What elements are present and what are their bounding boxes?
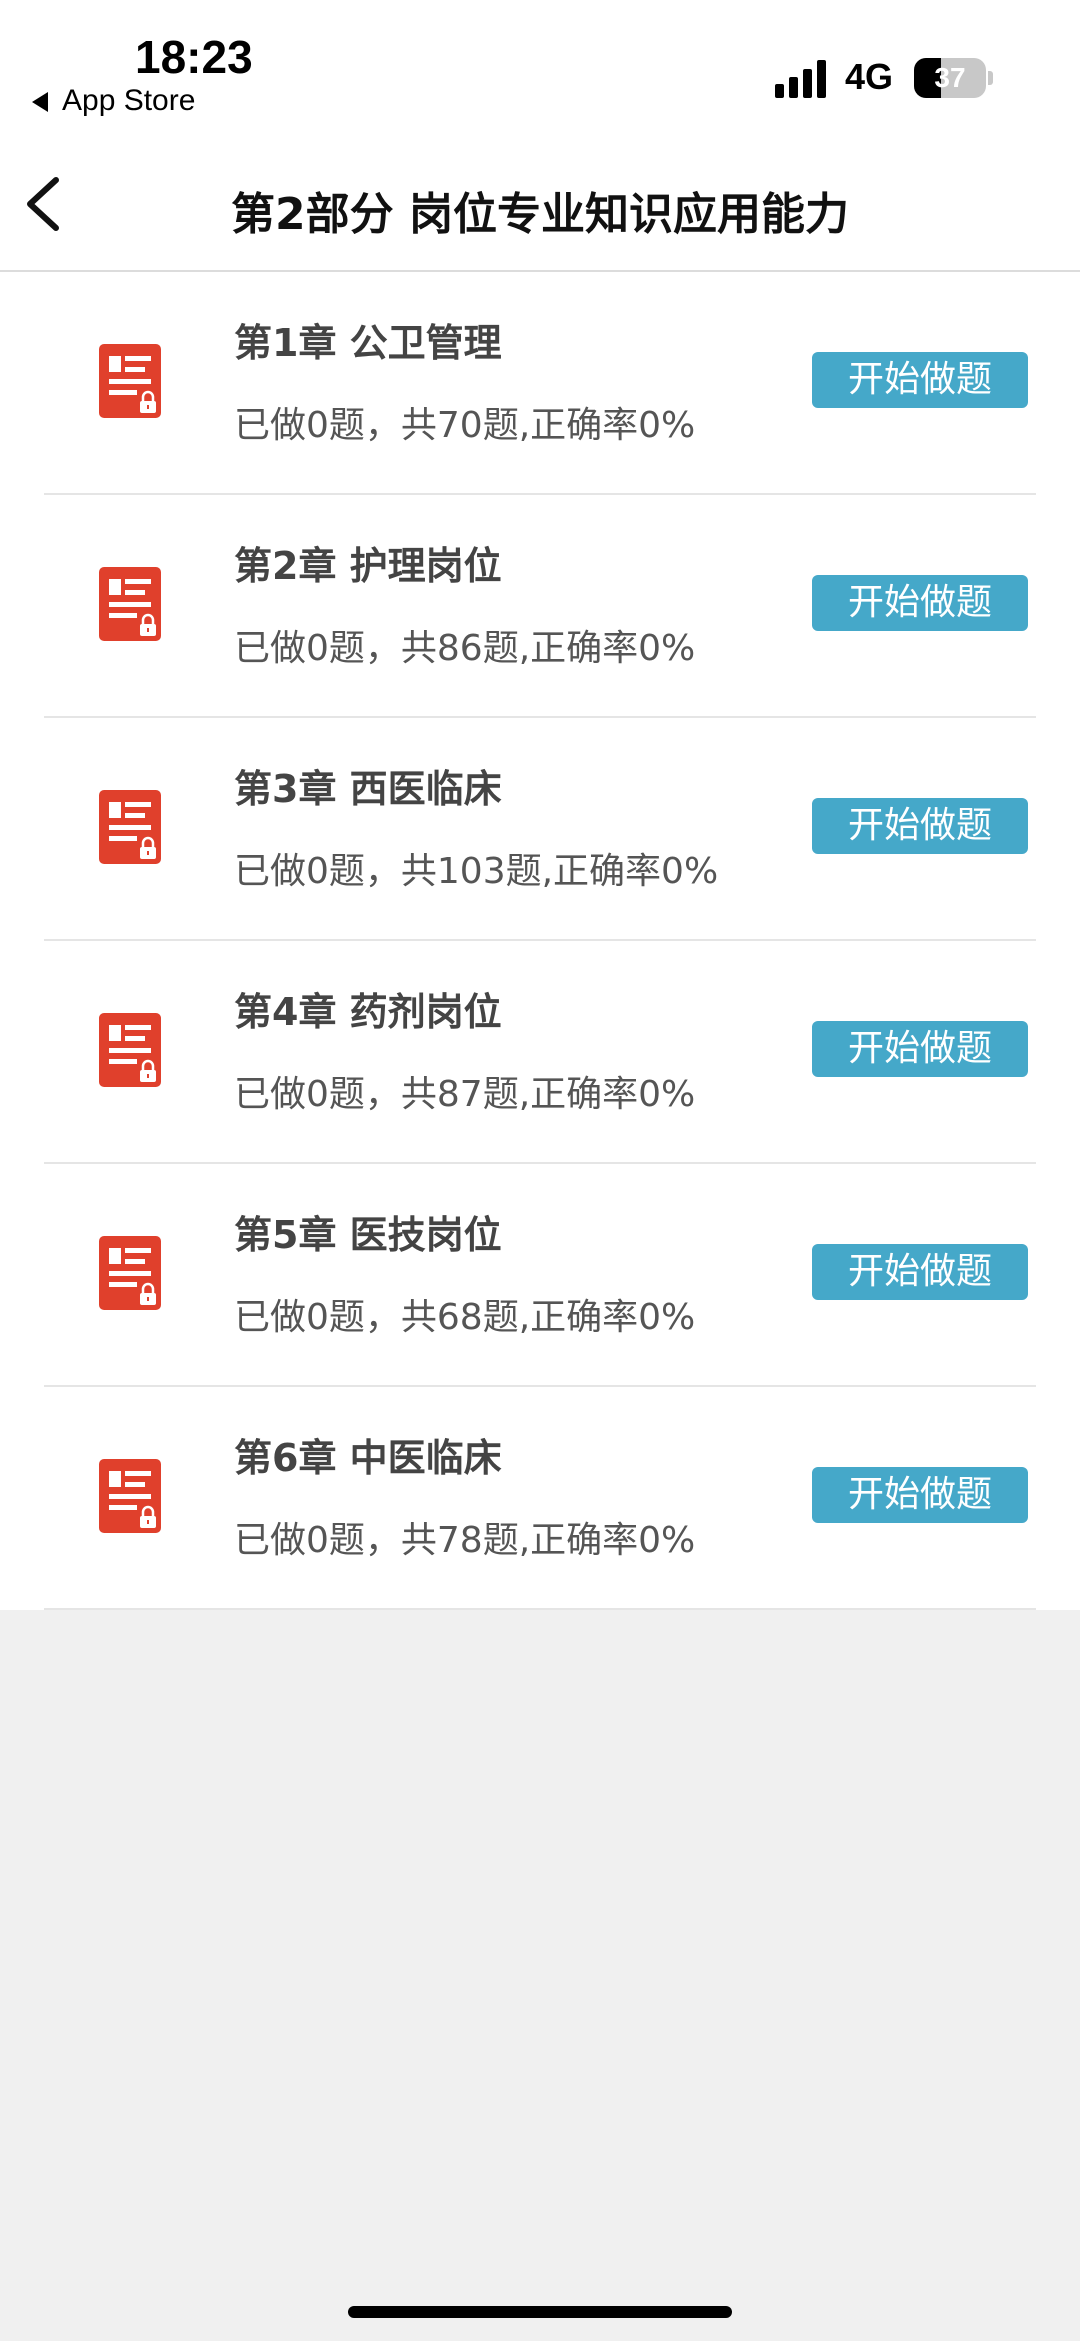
chapter-progress: 已做0题，共87题,正确率0%	[234, 1074, 696, 1115]
start-quiz-button[interactable]: 开始做题	[812, 575, 1028, 631]
divider	[44, 1608, 1036, 1610]
battery-level: 37	[934, 62, 966, 93]
locked-document-icon	[99, 1013, 161, 1087]
network-type: 4G	[845, 56, 894, 97]
page-title: 第2部分 岗位专业知识应用能力	[231, 189, 849, 240]
locked-document-icon	[99, 567, 161, 641]
back-triangle-icon	[32, 92, 48, 113]
battery-cap	[988, 71, 993, 85]
locked-document-icon	[99, 1236, 161, 1310]
chapter-row[interactable]: 第1章 公卫管理已做0题，共70题,正确率0% 开始做题	[0, 272, 1080, 495]
battery-icon: 37	[914, 58, 986, 98]
chapter-progress: 已做0题，共78题,正确率0%	[234, 1520, 696, 1561]
back-app-label: App Store	[62, 84, 196, 117]
chapter-row[interactable]: 第5章 医技岗位已做0题，共68题,正确率0% 开始做题	[0, 1164, 1080, 1387]
chapter-title: 第5章 医技岗位	[234, 1213, 502, 1257]
start-quiz-button[interactable]: 开始做题	[812, 1244, 1028, 1300]
chapter-row[interactable]: 第3章 西医临床已做0题，共103题,正确率0% 开始做题	[0, 718, 1080, 941]
locked-document-icon	[99, 344, 161, 418]
chapter-list: 第1章 公卫管理 已做0题，共70题,正确率0% 开始做题 第2章 护理岗位 已做0题，…	[0, 272, 1080, 1610]
header: 18:23 App Store 4G 37 第2部分 岗位专业知识应用能力	[0, 0, 1080, 272]
start-quiz-button[interactable]: 开始做题	[812, 1467, 1028, 1523]
chapter-progress: 已做0题，共86题,正确率0%	[234, 628, 696, 669]
chapter-progress: 已做0题，共70题,正确率0%	[234, 405, 696, 446]
chapter-progress: 已做0题，共68题,正确率0%	[234, 1297, 696, 1338]
start-quiz-button[interactable]: 开始做题	[812, 1021, 1028, 1077]
home-indicator[interactable]	[348, 2306, 732, 2318]
cellular-signal-icon	[775, 60, 831, 98]
chapter-row[interactable]: 第4章 药剂岗位已做0题，共87题,正确率0% 开始做题	[0, 941, 1080, 1164]
chapter-progress: 已做0题，共103题,正确率0%	[234, 851, 719, 892]
back-to-app-link[interactable]: App Store	[32, 84, 195, 118]
chapter-title: 第2章 护理岗位	[234, 544, 502, 588]
locked-document-icon	[99, 1459, 161, 1533]
chapter-row[interactable]: 第6章 中医临床已做0题，共78题,正确率0% 开始做题	[0, 1387, 1080, 1610]
chapter-title: 第1章 公卫管理	[234, 321, 502, 365]
chapter-title: 第6章 中医临床	[234, 1436, 502, 1480]
chapter-title: 第3章 西医临床	[234, 767, 502, 811]
start-quiz-button[interactable]: 开始做题	[812, 798, 1028, 854]
chapter-row[interactable]: 第2章 护理岗位已做0题，共86题,正确率0% 开始做题	[0, 495, 1080, 718]
status-time: 18:23	[135, 31, 253, 83]
start-quiz-button[interactable]: 开始做题	[812, 352, 1028, 408]
locked-document-icon	[99, 790, 161, 864]
chapter-title: 第4章 药剂岗位	[234, 990, 502, 1034]
